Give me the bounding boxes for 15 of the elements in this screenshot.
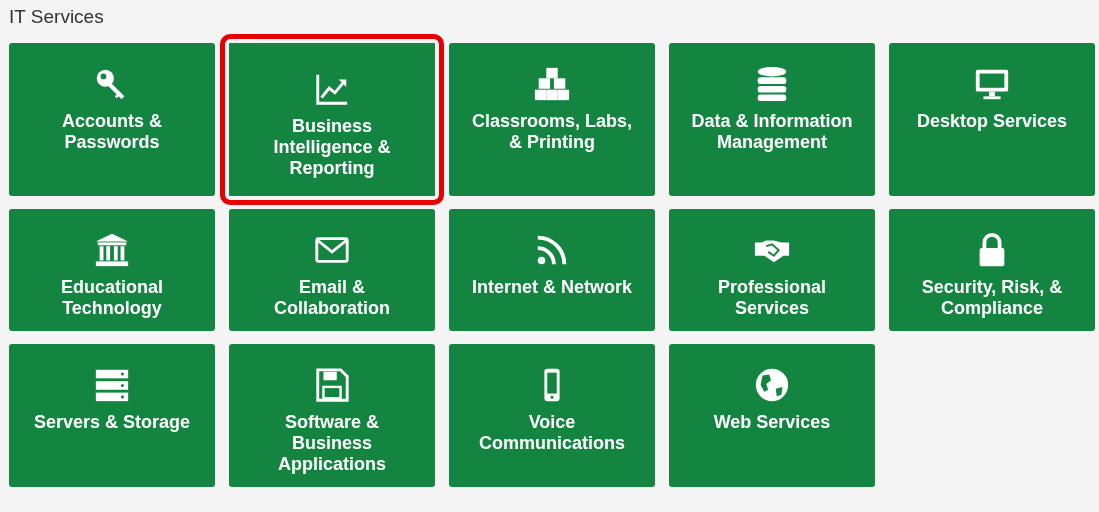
service-tile[interactable]: Business Intelligence & Reporting xyxy=(220,34,444,205)
service-tile[interactable]: Internet & Network xyxy=(449,209,655,331)
service-tile[interactable]: Voice Communications xyxy=(449,344,655,487)
page-title: IT Services xyxy=(8,5,105,29)
service-tile[interactable]: Educational Technology xyxy=(9,209,215,331)
service-tile[interactable]: Email & Collaboration xyxy=(229,209,435,331)
service-tile[interactable]: Data & Information Management xyxy=(669,43,875,196)
service-tile[interactable]: Accounts & Passwords xyxy=(9,43,215,196)
service-tile[interactable]: Servers & Storage xyxy=(9,344,215,487)
service-tile[interactable]: Professional Services xyxy=(669,209,875,331)
service-tile[interactable]: Web Services xyxy=(669,344,875,487)
service-tile[interactable]: Desktop Services xyxy=(889,43,1095,196)
service-tile[interactable]: Software & Business Applications xyxy=(229,344,435,487)
service-tile[interactable]: Classrooms, Labs, & Printing xyxy=(449,43,655,196)
service-tile[interactable]: Security, Risk, & Compliance xyxy=(889,209,1095,331)
